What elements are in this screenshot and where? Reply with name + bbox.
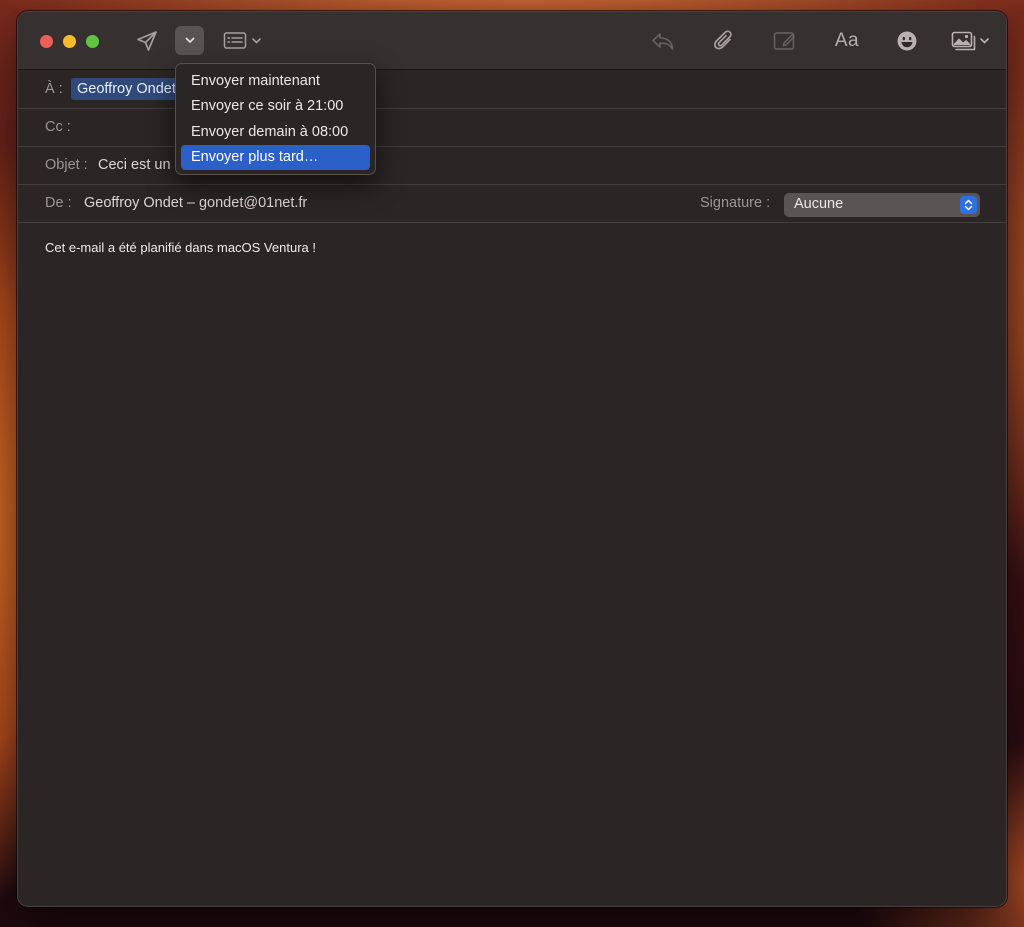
chevron-down-icon [980, 38, 989, 44]
photo-browser-button[interactable] [948, 29, 992, 53]
send-icon[interactable] [134, 29, 160, 53]
photo-browser-icon [951, 30, 977, 52]
signature-label: Signature : [700, 195, 771, 211]
menu-item-send-later[interactable]: Envoyer plus tard… [181, 144, 370, 171]
signature-value: Aucune [794, 196, 844, 212]
emoji-icon[interactable] [894, 29, 920, 53]
send-options-menu: Envoyer maintenant Envoyer ce soir à 21:… [175, 63, 376, 175]
close-button[interactable] [40, 35, 53, 48]
format-text-icon[interactable]: Aa [832, 27, 862, 55]
format-text-label: Aa [834, 30, 860, 51]
chevron-down-icon [252, 38, 261, 44]
from-label: De : [45, 195, 72, 211]
menu-item-send-tonight[interactable]: Envoyer ce soir à 21:00 [181, 94, 370, 119]
minimize-button[interactable] [63, 35, 76, 48]
menu-item-send-now[interactable]: Envoyer maintenant [181, 69, 370, 94]
subject-label: Objet : [45, 157, 88, 173]
subject-field[interactable]: Ceci est un [98, 157, 171, 173]
cc-label: Cc : [45, 119, 71, 135]
header-fields-icon [223, 31, 249, 51]
chevron-down-icon [185, 37, 195, 44]
zoom-button[interactable] [86, 35, 99, 48]
menu-item-send-tomorrow[interactable]: Envoyer demain à 08:00 [181, 120, 370, 145]
subject-row[interactable]: Objet : Ceci est un [18, 147, 1006, 185]
paperclip-icon[interactable] [711, 28, 737, 54]
cc-row[interactable]: Cc : [18, 109, 1006, 147]
reply-icon[interactable] [650, 29, 676, 53]
header-fields-button[interactable] [220, 29, 264, 53]
recipient-token[interactable]: Geoffroy Ondet [71, 78, 182, 100]
toolbar: Aa [18, 12, 1006, 70]
to-label: À : [45, 81, 63, 97]
send-options-button[interactable] [175, 26, 204, 55]
signature-select[interactable]: Aucune [784, 193, 980, 217]
mail-compose-window: Aa À: Geoffroy Ondet Cc: Objet: Ceci … [17, 11, 1007, 907]
from-field[interactable]: Geoffroy Ondet – gondet@01net.fr [84, 195, 307, 211]
message-body[interactable]: Cet e-mail a été planifié dans macOS Ven… [45, 240, 316, 255]
markup-icon[interactable] [772, 29, 798, 53]
to-row: À : Geoffroy Ondet [18, 71, 1006, 109]
select-stepper-icon [960, 196, 977, 214]
